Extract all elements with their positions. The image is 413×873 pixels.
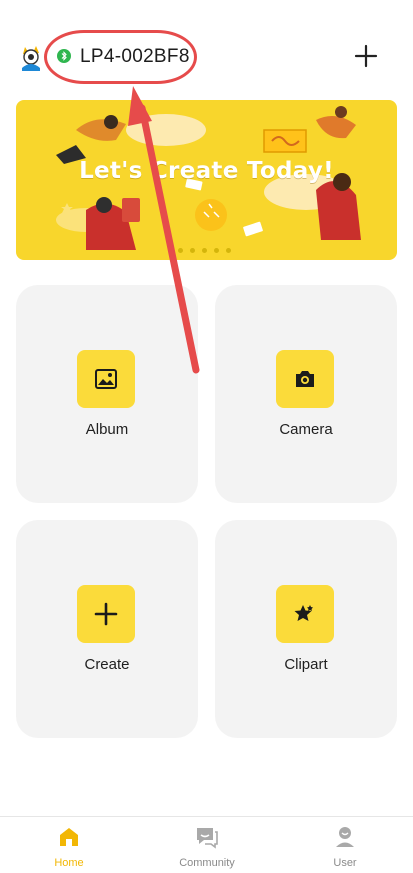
tab-label: Home: [54, 857, 84, 869]
tile-label: Clipart: [284, 656, 328, 673]
create-tile[interactable]: Create: [16, 520, 198, 738]
page-dot[interactable]: [190, 248, 195, 253]
camera-tile[interactable]: Camera: [215, 285, 397, 503]
page-dot[interactable]: [178, 248, 183, 253]
bottom-tab-bar: Home Community User: [0, 816, 413, 873]
tab-community[interactable]: Community: [138, 817, 276, 873]
app-logo-icon[interactable]: [16, 42, 46, 72]
tab-home[interactable]: Home: [0, 817, 138, 873]
tab-label: User: [333, 857, 357, 869]
add-device-button[interactable]: [354, 44, 378, 68]
bluetooth-icon: [57, 49, 71, 63]
tab-user[interactable]: User: [276, 817, 413, 873]
tile-label: Album: [85, 421, 129, 438]
album-tile[interactable]: Album: [16, 285, 198, 503]
page-dot[interactable]: [214, 248, 219, 253]
chat-icon: [195, 825, 219, 849]
user-icon: [333, 825, 357, 849]
tab-label: Community: [179, 857, 235, 869]
header: LP4-002BF8: [0, 0, 413, 100]
camera-icon: [276, 350, 334, 408]
tile-label: Create: [84, 656, 130, 673]
page-dot[interactable]: [202, 248, 207, 253]
page-dot[interactable]: [226, 248, 231, 253]
plus-icon: [77, 585, 135, 643]
banner-pagination: [178, 248, 238, 254]
clipart-tile[interactable]: Clipart: [215, 520, 397, 738]
star-icon: [276, 585, 334, 643]
home-icon: [57, 825, 81, 849]
banner-title: Let's Create Today!: [79, 158, 334, 184]
tile-label: Camera: [279, 421, 333, 438]
promo-banner[interactable]: Let's Create Today!: [16, 100, 397, 260]
image-icon: [77, 350, 135, 408]
device-name[interactable]: LP4-002BF8: [80, 46, 190, 68]
